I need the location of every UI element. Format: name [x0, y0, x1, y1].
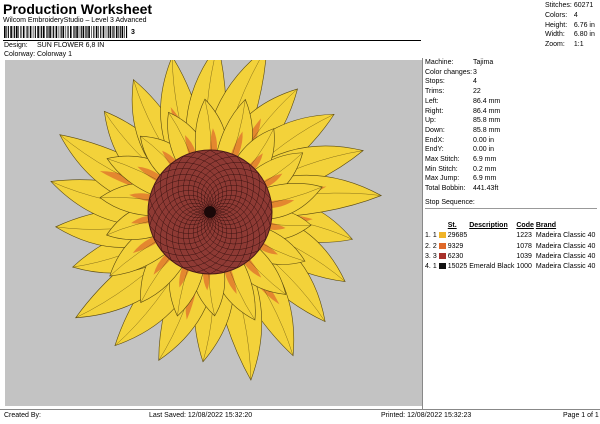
trims-label: Trims: [425, 88, 445, 96]
stitches-value: 60271 [573, 2, 594, 9]
thread-brand: Madeira Classic 40 [535, 242, 596, 250]
barcode-image [4, 26, 128, 38]
width-value: 6.80 in [573, 31, 595, 39]
color-swatch [438, 253, 446, 260]
design-preview [5, 44, 422, 406]
panel-divider [422, 58, 423, 410]
color-swatch [438, 232, 446, 239]
footer-divider [0, 409, 600, 410]
stitch-count: 9329 [447, 242, 464, 250]
thread-code: 1078 [516, 242, 532, 250]
created-by: Created By: [4, 412, 41, 419]
thread-brand: Madeira Classic 40 [535, 252, 596, 260]
left-value: 86.4 mm [473, 97, 501, 105]
machine-label: Machine: [425, 59, 454, 66]
stop-sequence-row: 2. 2 9329 1078 Madeira Classic 40 [424, 242, 596, 252]
thread-brand: Madeira Classic 40 [535, 263, 596, 271]
stop-sequence-header: St. Description Code Brand [424, 221, 596, 231]
endy-label: EndY: [425, 146, 444, 154]
max-jump-value: 6.9 mm [473, 175, 497, 183]
width-label: Width: [545, 31, 565, 39]
total-bobbin-label: Total Bobbin: [425, 185, 466, 193]
colors-value: 4 [573, 11, 578, 19]
sunflower-embroidery-image [50, 44, 382, 381]
min-stitch-label: Min Stitch: [425, 165, 458, 173]
max-stitch-value: 6.9 mm [473, 156, 497, 164]
colorway-label: Colorway: [4, 51, 36, 58]
thread-brand: Madeira Classic 40 [535, 232, 596, 240]
right-label: Right: [425, 107, 444, 115]
software-subtitle: Wilcom EmbroideryStudio – Level 3 Advanc… [3, 17, 147, 24]
stop-sequence-label: Stop Sequence: [425, 199, 475, 206]
left-label: Left: [425, 97, 439, 105]
printed-date: Printed: 12/08/2022 15:32:23 [381, 412, 472, 419]
row-index: 3. [425, 252, 431, 260]
height-value: 6.76 in [573, 21, 595, 29]
thread-color-swatch [438, 252, 447, 262]
row-index: 1. [425, 232, 431, 240]
design-name: SUN FLOWER 6,8 IN [37, 42, 105, 49]
min-stitch-value: 0.2 mm [473, 165, 497, 173]
thread-description: Emerald Black [469, 263, 515, 271]
zoom-label: Zoom: [545, 41, 565, 49]
color-swatch [438, 263, 446, 270]
description-header: Description [469, 222, 508, 229]
color-changes-label: Color changes: [425, 68, 473, 76]
page-number: Page 1 of 1 [563, 412, 599, 419]
color-changes-value: 3 [473, 68, 477, 76]
st-header: St. [447, 222, 457, 229]
code-header: Code [516, 222, 534, 229]
up-label: Up: [425, 117, 436, 125]
thread-code: 1223 [516, 232, 532, 240]
worksheet-title: Production Worksheet [3, 1, 153, 17]
thread-color-swatch [438, 231, 447, 241]
height-label: Height: [545, 21, 568, 29]
design-label: Design: [4, 42, 28, 49]
thread-description [468, 242, 515, 252]
machine-info: Machine: Tajima Color changes: 3 Stops: 4 T… [425, 58, 500, 194]
brand-header: Brand [535, 222, 557, 229]
design-summary: Stitches: 60271 Colors: 4 Height: 6.76 in W… [545, 1, 595, 50]
stops-value: 4 [473, 78, 477, 86]
max-jump-label: Max Jump: [425, 175, 460, 183]
stop-sequence-row: 3. 3 6230 1039 Madeira Classic 40 [424, 252, 596, 262]
endy-value: 0.00 in [473, 146, 495, 154]
down-value: 85.8 mm [473, 126, 501, 134]
colorway-name: Colorway 1 [37, 51, 73, 58]
row-index: 4. [425, 263, 431, 271]
color-swatch [438, 242, 446, 249]
thread-color-swatch [438, 242, 447, 252]
stitch-count: 15025 [447, 263, 468, 271]
stop-sequence-row: 4. 1 15025 Emerald Black 1000 Madeira Classic… [424, 262, 596, 272]
stop-sequence-row: 1. 1 29685 1223 Madeira Classic 40 [424, 231, 596, 241]
header-divider [3, 40, 421, 41]
stitch-count: 6230 [447, 252, 464, 260]
thread-description [468, 231, 515, 241]
down-label: Down: [425, 126, 445, 134]
up-value: 85.8 mm [473, 117, 501, 125]
thread-description [468, 252, 515, 262]
trims-value: 22 [473, 88, 481, 96]
colors-label: Colors: [545, 11, 568, 19]
row-index: 2. [425, 242, 431, 250]
stitches-label: Stitches: [545, 2, 572, 9]
thread-color-swatch [438, 262, 447, 272]
stop-sequence-table: St. Description Code Brand 1. 1 29685 1223 M… [424, 221, 596, 272]
machine-value: Tajima [473, 59, 494, 66]
stop-sequence-divider [425, 208, 597, 209]
thread-code: 1000 [516, 263, 532, 271]
right-value: 86.4 mm [473, 107, 501, 115]
endx-label: EndX: [425, 136, 445, 144]
barcode-number: 3 [131, 29, 135, 36]
total-bobbin-value: 441.43ft [473, 185, 499, 193]
endx-value: 0.00 in [473, 136, 495, 144]
stops-label: Stops: [425, 78, 445, 86]
thread-code: 1039 [516, 252, 532, 260]
max-stitch-label: Max Stitch: [425, 156, 460, 164]
last-saved: Last Saved: 12/08/2022 15:32:20 [149, 412, 253, 419]
zoom-value: 1:1 [573, 41, 584, 49]
stitch-count: 29685 [447, 232, 468, 240]
